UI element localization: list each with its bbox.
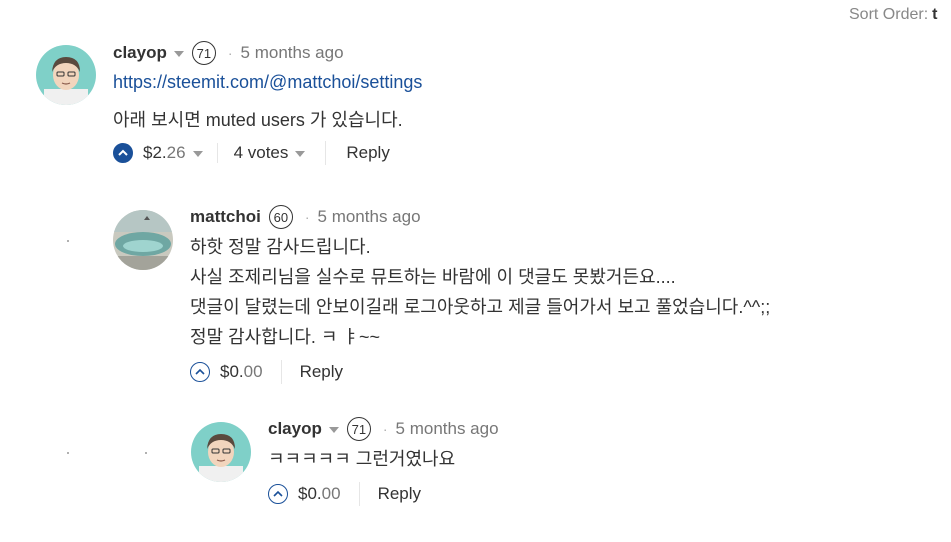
reply-button[interactable]: Reply <box>378 484 421 504</box>
caret-down-icon[interactable] <box>328 427 339 433</box>
chevron-up-icon <box>273 490 283 497</box>
avatar[interactable] <box>36 45 96 105</box>
comment-text-line: 정말 감사합니다. ㅋ ㅑ~~ <box>190 327 381 347</box>
votes-count[interactable]: 4 votes <box>216 143 288 163</box>
comment-text-line: 아래 보시면 muted users 가 있습니다. <box>113 110 403 130</box>
chevron-up-icon <box>195 368 205 375</box>
reply-button[interactable]: Reply <box>300 362 343 382</box>
votes-dropdown-icon[interactable] <box>295 151 306 157</box>
thread-indent-mark <box>67 240 69 242</box>
caret-down-icon[interactable] <box>173 51 184 57</box>
upvote-button[interactable] <box>268 484 288 504</box>
sort-order-value[interactable]: t <box>932 6 937 23</box>
reply-button[interactable]: Reply <box>346 143 389 163</box>
comment-link[interactable]: https://steemit.com/@mattchoi/settings <box>113 72 422 92</box>
separator-dot: · <box>382 421 388 437</box>
avatar[interactable] <box>191 422 251 482</box>
reputation-badge: 60 <box>268 205 293 229</box>
thread-indent-mark <box>145 452 147 454</box>
payout-amount[interactable]: $0.00 <box>298 484 341 504</box>
sort-order[interactable]: Sort Order: t <box>849 6 937 24</box>
thread-indent-mark <box>67 452 69 454</box>
payout-amount[interactable]: $2.26 <box>143 143 186 163</box>
separator-dot: · <box>227 45 233 61</box>
sort-order-label: Sort Order: <box>849 6 929 23</box>
avatar-face-icon <box>191 422 251 482</box>
reputation-badge: 71 <box>346 417 371 441</box>
comment-timestamp[interactable]: 5 months ago <box>318 207 421 227</box>
footer-divider <box>325 141 327 165</box>
footer-divider <box>358 482 360 506</box>
comment-text-line: 사실 조제리님을 실수로 뮤트하는 바람에 이 댓글도 못봤거든요.... <box>190 267 676 287</box>
comment-author[interactable]: mattchoi <box>190 207 261 227</box>
payout-dropdown-icon[interactable] <box>192 151 203 157</box>
avatar-landscape-icon <box>113 210 173 270</box>
upvote-button[interactable] <box>113 143 133 163</box>
separator-dot: · <box>304 209 310 225</box>
reputation-badge: 71 <box>191 41 216 65</box>
comment-timestamp[interactable]: 5 months ago <box>241 43 344 63</box>
comment-author[interactable]: clayop <box>268 419 322 439</box>
avatar-face-icon <box>36 45 96 105</box>
comment-text-line: 댓글이 달렸는데 안보이길래 로그아웃하고 제글 들어가서 보고 풀었습니다.^… <box>190 297 771 317</box>
comment-author[interactable]: clayop <box>113 43 167 63</box>
comment-text-line: 하핫 정말 감사드립니다. <box>190 237 371 257</box>
comment-timestamp[interactable]: 5 months ago <box>396 419 499 439</box>
upvote-button[interactable] <box>190 362 210 382</box>
chevron-up-icon <box>118 149 128 156</box>
footer-divider <box>280 360 282 384</box>
payout-amount[interactable]: $0.00 <box>220 362 263 382</box>
comment-text-line: ㅋㅋㅋㅋㅋ 그런거였나요 <box>268 449 456 469</box>
avatar[interactable] <box>113 210 173 270</box>
